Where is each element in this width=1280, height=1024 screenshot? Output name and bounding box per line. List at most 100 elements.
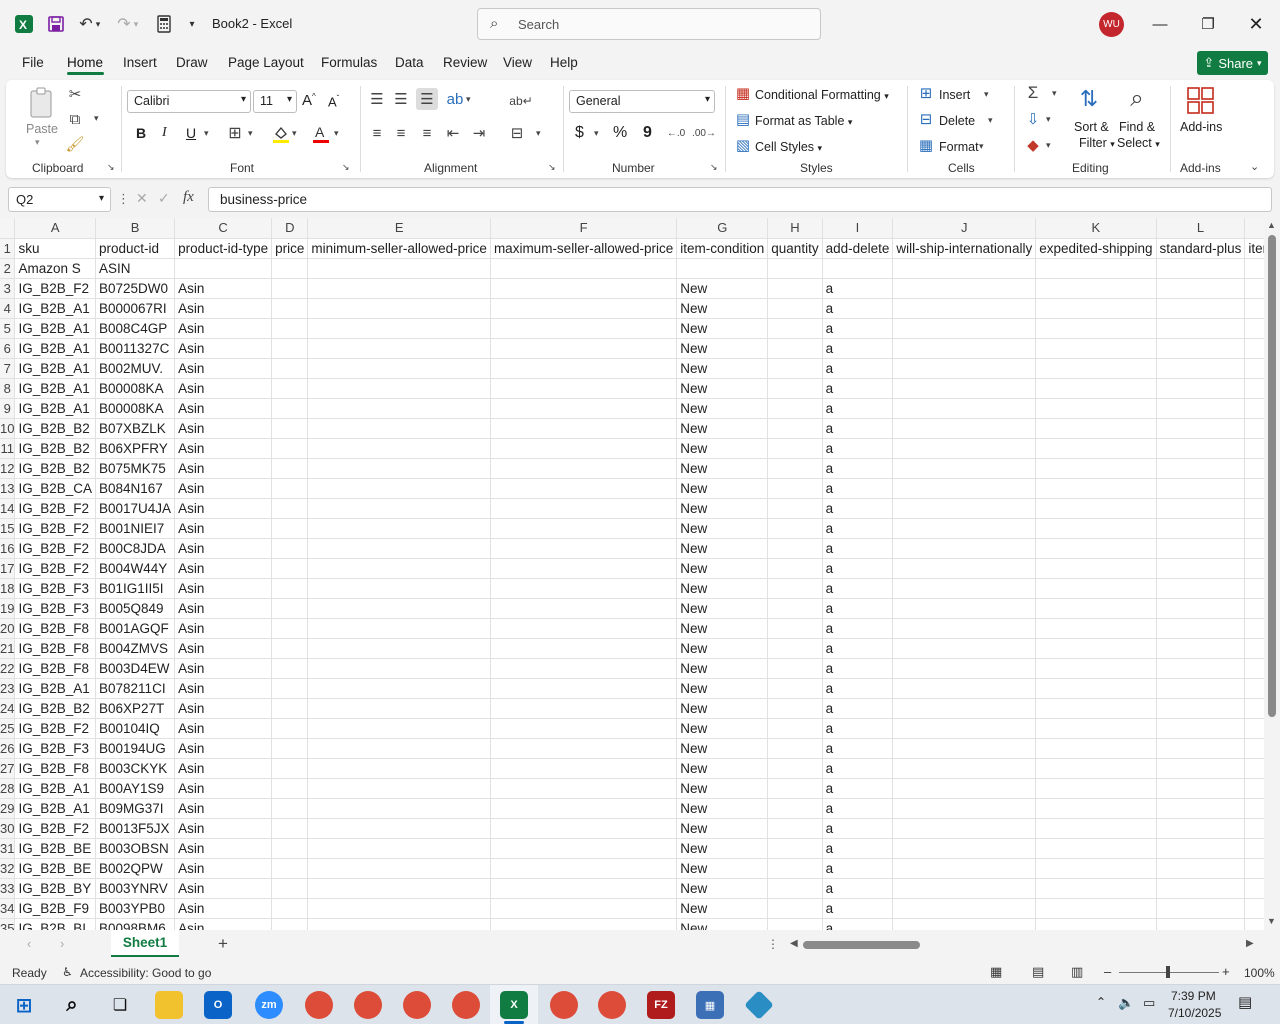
cell[interactable] — [676, 258, 769, 279]
autosum-dropdown-icon[interactable]: ▾ — [1052, 88, 1057, 99]
cell[interactable]: IG_B2B_CA — [14, 478, 97, 499]
row-header[interactable]: 12 — [0, 458, 16, 479]
cell[interactable]: Asin — [174, 838, 273, 859]
cell[interactable] — [490, 898, 678, 919]
cell[interactable] — [1035, 858, 1157, 879]
cell[interactable] — [271, 898, 309, 919]
cancel-entry-icon[interactable]: ✕ — [136, 190, 148, 207]
cell[interactable]: Asin — [174, 818, 273, 839]
cell[interactable] — [1156, 518, 1246, 539]
cell[interactable] — [490, 518, 678, 539]
cell[interactable]: New — [676, 798, 769, 819]
cell[interactable] — [490, 258, 678, 279]
column-header-j[interactable]: J — [892, 218, 1037, 239]
cell[interactable]: New — [676, 898, 769, 919]
taskbar-search-icon[interactable]: ⌕ — [58, 991, 86, 1019]
cell[interactable]: a — [822, 398, 894, 419]
cell[interactable]: IG_B2B_A1 — [14, 778, 97, 799]
cell[interactable] — [767, 458, 823, 479]
cell[interactable] — [1156, 598, 1246, 619]
cell[interactable] — [767, 718, 823, 739]
cell[interactable] — [307, 818, 491, 839]
chrome-icon-2[interactable] — [354, 991, 382, 1019]
cell[interactable] — [1035, 478, 1157, 499]
horizontal-scroll-thumb[interactable] — [803, 941, 920, 949]
cell[interactable]: B00008KA — [95, 398, 176, 419]
cell[interactable]: minimum-seller-allowed-price — [307, 238, 491, 259]
cell[interactable] — [767, 918, 823, 930]
file-explorer-icon[interactable] — [155, 991, 183, 1019]
scroll-down-icon[interactable]: ▼ — [1267, 916, 1276, 926]
cell[interactable]: New — [676, 578, 769, 599]
cell[interactable]: IG_B2B_A1 — [14, 298, 97, 319]
row-header[interactable]: 15 — [0, 518, 16, 539]
cell[interactable] — [1244, 358, 1264, 379]
cell[interactable]: add-delete — [822, 238, 894, 259]
cell[interactable] — [892, 338, 1037, 359]
cell[interactable] — [271, 818, 309, 839]
cell[interactable]: B004W44Y — [95, 558, 176, 579]
cell[interactable]: Asin — [174, 318, 273, 339]
sort-filter-label-2[interactable]: Filter ▾ — [1079, 136, 1115, 150]
row-header[interactable]: 21 — [0, 638, 16, 659]
cell[interactable] — [892, 838, 1037, 859]
cell[interactable] — [307, 538, 491, 559]
align-center-icon[interactable]: ≡ — [392, 124, 410, 142]
cell[interactable] — [307, 878, 491, 899]
accessibility-status[interactable]: Accessibility: Good to go — [80, 966, 211, 980]
cell[interactable] — [1035, 458, 1157, 479]
merge-dropdown-icon[interactable]: ▾ — [536, 128, 541, 139]
cell[interactable] — [271, 398, 309, 419]
row-header[interactable]: 34 — [0, 898, 16, 919]
select-all-corner[interactable] — [0, 218, 16, 239]
cell[interactable]: Asin — [174, 558, 273, 579]
cell[interactable] — [892, 878, 1037, 899]
cell[interactable] — [892, 858, 1037, 879]
cell[interactable]: item-condition — [676, 238, 769, 259]
cell[interactable]: a — [822, 598, 894, 619]
tab-insert[interactable]: Insert — [123, 55, 157, 70]
cell[interactable] — [1244, 318, 1264, 339]
cell[interactable]: Asin — [174, 678, 273, 699]
next-sheet-icon[interactable]: › — [60, 936, 64, 951]
row-header[interactable]: 4 — [0, 298, 16, 319]
cell[interactable] — [490, 618, 678, 639]
avatar[interactable]: WU — [1099, 12, 1124, 37]
paste-label[interactable]: Paste — [26, 122, 58, 136]
cell[interactable] — [307, 778, 491, 799]
cell[interactable] — [892, 678, 1037, 699]
cell[interactable]: IG_B2B_BY — [14, 878, 97, 899]
insert-cells-icon[interactable]: ⊞ — [918, 85, 934, 102]
cell[interactable] — [767, 578, 823, 599]
cell[interactable] — [271, 618, 309, 639]
cell[interactable]: IG_B2B_BI — [14, 918, 97, 930]
cell[interactable]: B005Q849 — [95, 598, 176, 619]
cell[interactable] — [767, 298, 823, 319]
find-select-icon[interactable]: ⌕ — [1122, 84, 1152, 114]
windows-start-icon[interactable]: ⊞ — [10, 991, 38, 1019]
tab-home[interactable]: Home — [67, 55, 103, 70]
cell[interactable] — [271, 838, 309, 859]
cell[interactable] — [892, 418, 1037, 439]
cell[interactable]: product-id — [95, 238, 176, 259]
close-icon[interactable]: ✕ — [1241, 10, 1271, 38]
row-header[interactable]: 11 — [0, 438, 16, 459]
cell[interactable]: Asin — [174, 578, 273, 599]
cell[interactable] — [307, 278, 491, 299]
cell[interactable] — [271, 718, 309, 739]
clock-date[interactable]: 7/10/2025 — [1168, 1006, 1221, 1020]
cell[interactable]: Asin — [174, 778, 273, 799]
cell[interactable]: a — [822, 798, 894, 819]
tab-file[interactable]: File — [22, 55, 44, 70]
cell[interactable] — [1035, 258, 1157, 279]
cell[interactable] — [1156, 358, 1246, 379]
tab-view[interactable]: View — [503, 55, 532, 70]
cell[interactable] — [1156, 498, 1246, 519]
cell[interactable]: IG_B2B_F9 — [14, 898, 97, 919]
cell[interactable]: B00C8JDA — [95, 538, 176, 559]
cell[interactable] — [490, 458, 678, 479]
prev-sheet-icon[interactable]: ‹ — [27, 936, 31, 951]
cell[interactable]: New — [676, 718, 769, 739]
cell[interactable] — [271, 458, 309, 479]
cell[interactable] — [1244, 838, 1264, 859]
